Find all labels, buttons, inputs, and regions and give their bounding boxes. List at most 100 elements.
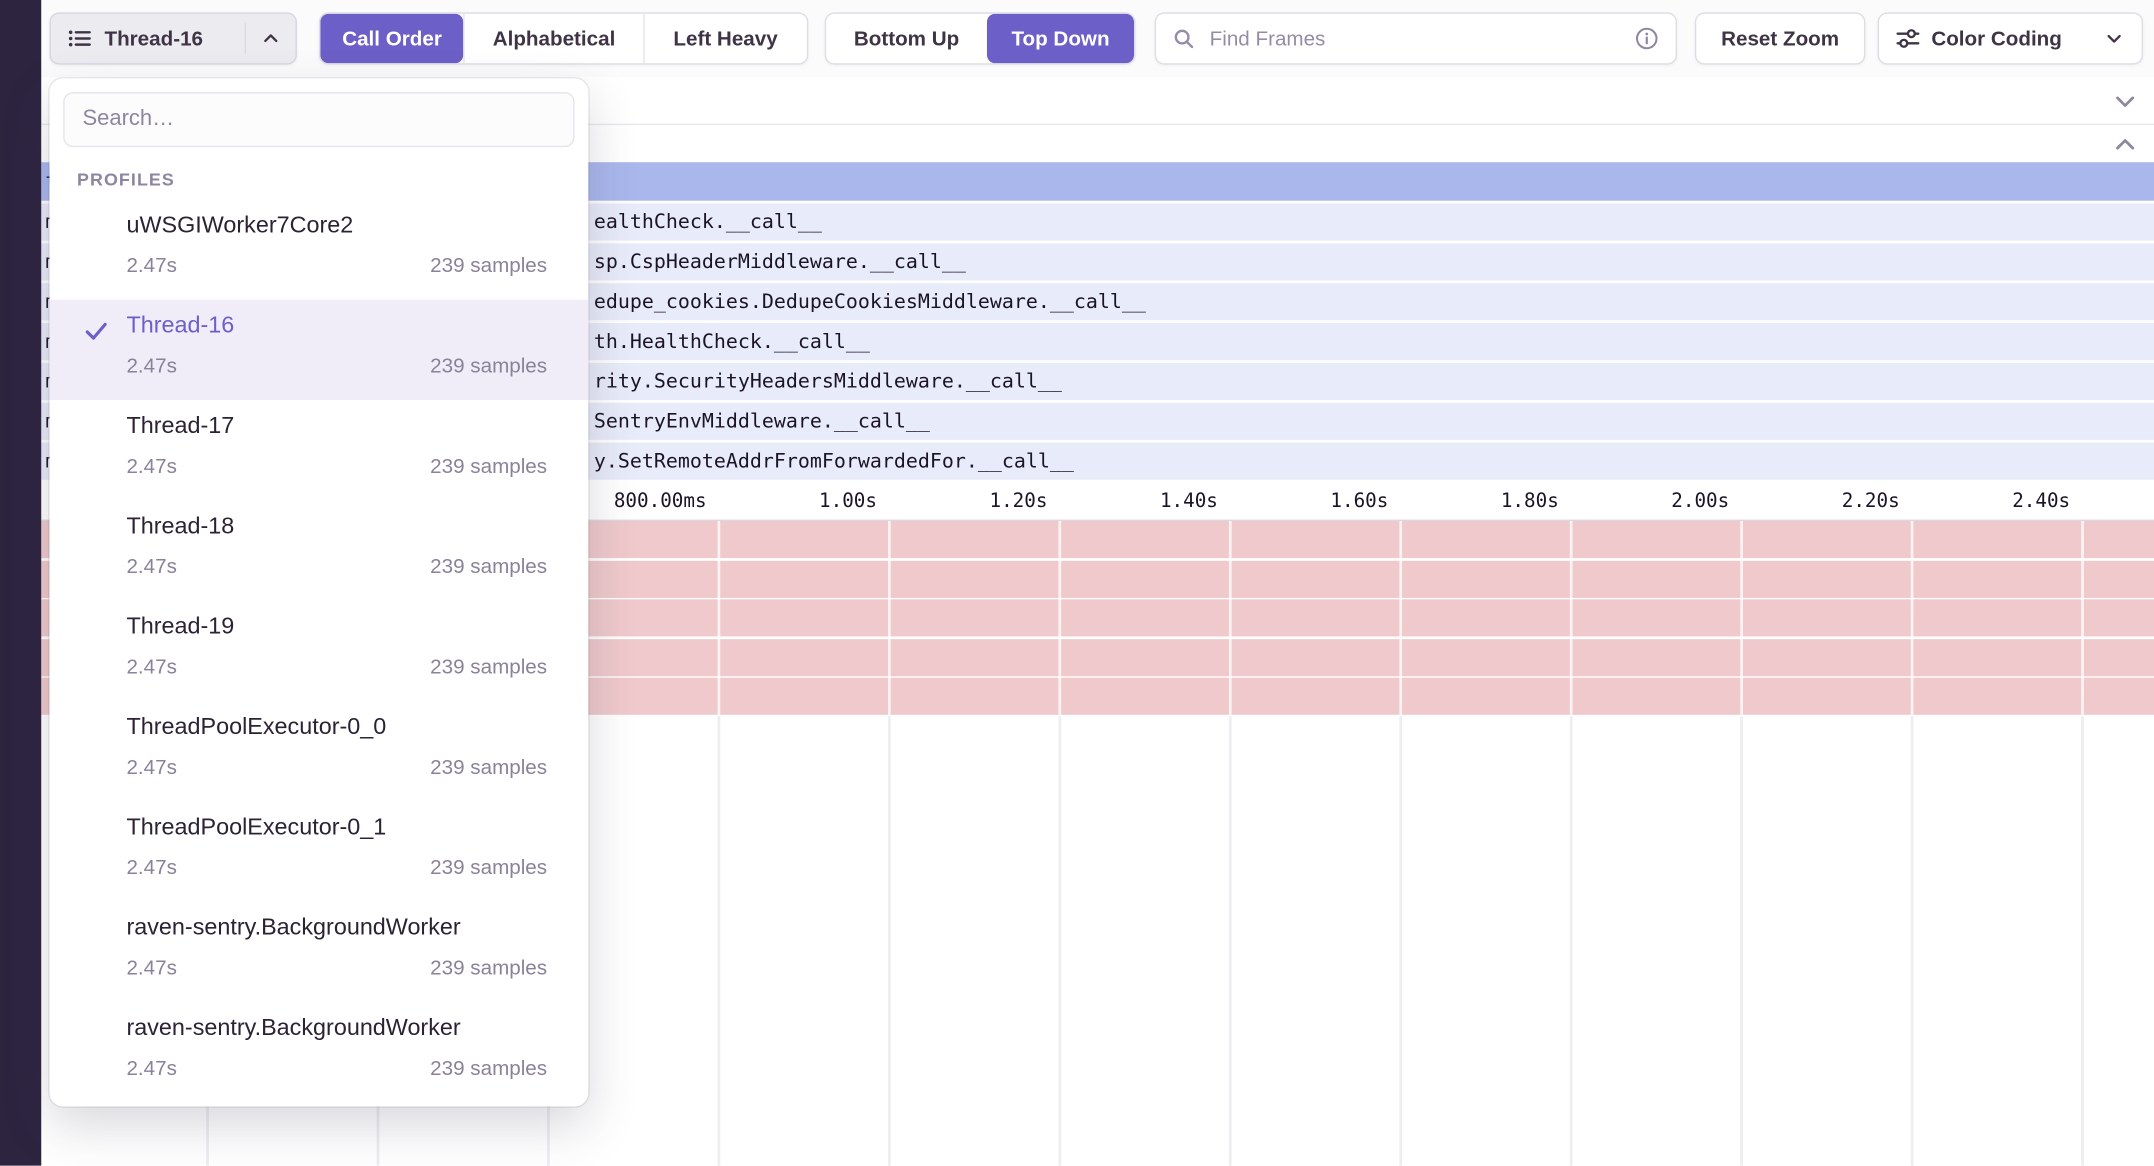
- time-axis-label: 800.00ms: [614, 484, 707, 520]
- time-axis-label: 1.40s: [1160, 484, 1218, 520]
- profile-name: ThreadPoolExecutor-0_0: [126, 713, 386, 740]
- view-segmented-control: Bottom Up Top Down: [825, 12, 1136, 64]
- gridline: [1911, 521, 1914, 715]
- profile-list-item[interactable]: Thread-18 2.47s 239 samples: [49, 500, 588, 600]
- profile-samples: 239 samples: [430, 656, 547, 679]
- tab-call-order[interactable]: Call Order: [320, 14, 464, 63]
- time-axis-label: 2.40s: [2012, 484, 2070, 520]
- chevron-up-icon[interactable]: [2111, 131, 2138, 158]
- profile-name: Thread-18: [126, 513, 234, 540]
- profile-list-item[interactable]: uWSGIWorker7Core2 2.47s 239 samples: [49, 199, 588, 299]
- time-axis-label: 1.20s: [989, 484, 1047, 520]
- reset-zoom-button[interactable]: Reset Zoom: [1695, 12, 1865, 64]
- frame-label: th.HealthCheck.__call__: [594, 323, 870, 360]
- tab-bottom-up[interactable]: Bottom Up: [826, 14, 987, 63]
- profile-duration: 2.47s: [126, 756, 176, 779]
- gridline: [1399, 521, 1402, 715]
- profile-duration: 2.47s: [126, 555, 176, 578]
- profile-samples: 239 samples: [430, 756, 547, 779]
- profile-duration: 2.47s: [126, 856, 176, 879]
- gridline: [718, 716, 721, 1165]
- profile-list-item[interactable]: ThreadPoolExecutor-0_1 2.47s 239 samples: [49, 801, 588, 901]
- gridline: [1058, 521, 1061, 715]
- thread-dropdown-panel: PROFILES uWSGIWorker7Core2 2.47s 239 sam…: [49, 78, 588, 1106]
- profile-name: uWSGIWorker7Core2: [126, 212, 353, 239]
- profile-name: raven-sentry.BackgroundWorker: [126, 1014, 460, 1041]
- chevron-down-icon: [2103, 27, 2125, 49]
- search-icon: [1173, 27, 1196, 50]
- profiler-screen: t m ealthCheck.__call__ m sp.CspHeaderMi…: [0, 0, 2154, 1166]
- profile-samples: 239 samples: [430, 254, 547, 277]
- profile-search-input[interactable]: [63, 92, 574, 147]
- gridline: [1399, 716, 1402, 1165]
- time-axis-label: 2.00s: [1671, 484, 1729, 520]
- frame-label: SentryEnvMiddleware.__call__: [594, 403, 930, 440]
- profile-list-item[interactable]: ThreadPoolExecutor-0_0 2.47s 239 samples: [49, 701, 588, 801]
- profile-samples: 239 samples: [430, 957, 547, 980]
- profile-samples: 239 samples: [430, 455, 547, 478]
- time-axis-label: 1.80s: [1501, 484, 1559, 520]
- color-coding-button[interactable]: Color Coding: [1878, 12, 2143, 64]
- chevron-up-icon: [245, 23, 282, 53]
- frame-label: y.SetRemoteAddrFromForwardedFor.__call__: [594, 443, 1074, 480]
- frame-label: ealthCheck.__call__: [594, 203, 822, 240]
- profile-list-item[interactable]: raven-sentry.BackgroundWorker 2.47s 239 …: [49, 902, 588, 1002]
- gridline: [718, 521, 721, 715]
- gridline: [1740, 521, 1743, 715]
- profile-samples: 239 samples: [430, 355, 547, 378]
- gridline: [2081, 716, 2084, 1165]
- profile-duration: 2.47s: [126, 355, 176, 378]
- gridline: [1911, 716, 1914, 1165]
- gridline: [1058, 716, 1061, 1165]
- gridline: [1229, 716, 1232, 1165]
- profile-duration: 2.47s: [126, 656, 176, 679]
- profile-name: Thread-17: [126, 412, 234, 439]
- profiles-section-header: PROFILES: [77, 169, 175, 190]
- time-axis-label: 2.20s: [1842, 484, 1900, 520]
- time-axis-label: 1.00s: [819, 484, 877, 520]
- profile-list-item[interactable]: raven-sentry.BackgroundWorker 2.47s 239 …: [49, 1002, 588, 1102]
- sort-segmented-control: Call Order Alphabetical Left Heavy: [319, 12, 808, 64]
- viewport: t m ealthCheck.__call__ m sp.CspHeaderMi…: [0, 0, 2154, 1166]
- gridline: [1740, 716, 1743, 1165]
- profile-samples: 239 samples: [430, 1057, 547, 1080]
- profile-name: Thread-19: [126, 613, 234, 640]
- sliders-icon: [1896, 26, 1921, 51]
- tab-left-heavy[interactable]: Left Heavy: [643, 14, 807, 63]
- profile-name: Thread-16: [126, 312, 234, 339]
- reset-zoom-label: Reset Zoom: [1721, 27, 1839, 50]
- checkmark-icon: [82, 318, 109, 345]
- frame-label: rity.SecurityHeadersMiddleware.__call__: [594, 363, 1062, 400]
- gridline: [1570, 521, 1573, 715]
- profile-name: raven-sentry.BackgroundWorker: [126, 914, 460, 941]
- gridline: [888, 521, 891, 715]
- list-icon: [67, 26, 92, 51]
- profile-list: uWSGIWorker7Core2 2.47s 239 samples Thre…: [49, 199, 588, 1102]
- chevron-down-icon[interactable]: [2111, 88, 2138, 115]
- find-frames-input[interactable]: [1207, 25, 1635, 51]
- profile-duration: 2.47s: [126, 957, 176, 980]
- gridline: [888, 716, 891, 1165]
- gridline: [1570, 716, 1573, 1165]
- profile-duration: 2.47s: [126, 1057, 176, 1080]
- gridline: [1229, 521, 1232, 715]
- profile-samples: 239 samples: [430, 555, 547, 578]
- toolbar: Thread-16 Call Order Alphabetical Left H…: [0, 0, 2154, 77]
- frame-label: edupe_cookies.DedupeCookiesMiddleware.__…: [594, 283, 1146, 320]
- thread-selector-label: Thread-16: [104, 27, 203, 50]
- profile-duration: 2.47s: [126, 455, 176, 478]
- thread-selector-button[interactable]: Thread-16: [49, 12, 296, 64]
- app-sidebar-strip: [0, 0, 41, 1166]
- profile-samples: 239 samples: [430, 856, 547, 879]
- info-icon[interactable]: [1634, 26, 1659, 51]
- find-frames-search: [1155, 12, 1677, 64]
- tab-alphabetical[interactable]: Alphabetical: [464, 14, 643, 63]
- profile-duration: 2.47s: [126, 254, 176, 277]
- profile-list-item[interactable]: Thread-17 2.47s 239 samples: [49, 400, 588, 500]
- tab-top-down[interactable]: Top Down: [987, 14, 1134, 63]
- time-axis-label: 1.60s: [1330, 484, 1388, 520]
- profile-list-item-selected[interactable]: Thread-16 2.47s 239 samples: [49, 300, 588, 400]
- profile-list-item[interactable]: Thread-19 2.47s 239 samples: [49, 601, 588, 701]
- gridline: [2081, 521, 2084, 715]
- color-coding-label: Color Coding: [1931, 27, 2062, 50]
